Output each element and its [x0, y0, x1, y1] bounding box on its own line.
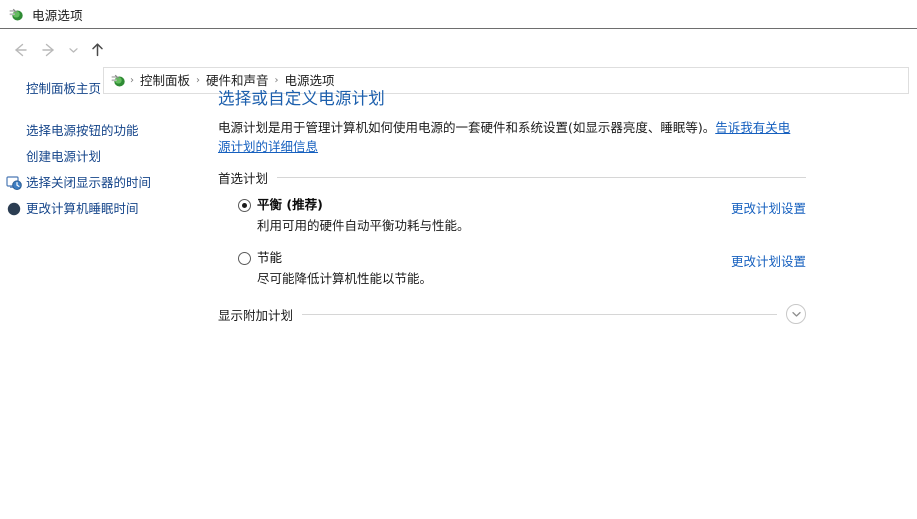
change-plan-settings-link-balanced[interactable]: 更改计划设置: [731, 198, 806, 217]
power-plan-balanced[interactable]: 平衡 (推荐): [218, 197, 806, 213]
change-plan-settings-link-power-saver[interactable]: 更改计划设置: [731, 251, 806, 270]
page-title: 选择或自定义电源计划: [218, 89, 385, 108]
plan-name-label: 平衡 (推荐): [257, 197, 323, 212]
page-description-text: 电源计划是用于管理计算机如何使用电源的一套硬件和系统设置(如显示器亮度、睡眠等)…: [218, 120, 716, 135]
show-additional-plans-row[interactable]: 显示附加计划: [218, 304, 806, 324]
page-description: 电源计划是用于管理计算机如何使用电源的一套硬件和系统设置(如显示器亮度、睡眠等)…: [218, 118, 796, 156]
plan-description: 尽可能降低计算机性能以节能。: [257, 271, 433, 286]
power-plan-row: 平衡 (推荐) 利用可用的硬件自动平衡功耗与性能。 更改计划设置: [218, 197, 806, 234]
main-content: 选择或自定义电源计划 电源计划是用于管理计算机如何使用电源的一套硬件和系统设置(…: [218, 88, 808, 324]
preferred-plans-group-header: 首选计划: [218, 168, 806, 187]
title-bar: 电源选项: [0, 0, 917, 29]
sidebar-item-change-sleep-time[interactable]: 更改计算机睡眠时间: [0, 200, 210, 219]
chevron-down-circle-icon[interactable]: [786, 304, 806, 324]
power-plan-power-saver[interactable]: 节能: [218, 250, 806, 266]
plan-name-label: 节能: [257, 250, 283, 265]
window-title: 电源选项: [32, 7, 83, 23]
sidebar: 控制面板主页 选择电源按钮的功能 创建电源计划 选择关闭显示器的时间 更改计算机…: [0, 80, 210, 219]
chevron-down-icon[interactable]: [64, 37, 82, 63]
sidebar-item-label: 选择关闭显示器的时间: [26, 175, 152, 190]
sidebar-item-label: 更改计算机睡眠时间: [26, 201, 139, 216]
divider: [302, 313, 777, 315]
sidebar-item-create-power-plan[interactable]: 创建电源计划: [0, 148, 210, 167]
radio-balanced[interactable]: [238, 199, 251, 212]
group-label: 首选计划: [218, 171, 269, 186]
sidebar-item-choose-power-button[interactable]: 选择电源按钮的功能: [0, 122, 210, 141]
sidebar-item-control-panel-home[interactable]: 控制面板主页: [0, 80, 210, 99]
plan-description: 利用可用的硬件自动平衡功耗与性能。: [257, 218, 470, 233]
divider: [277, 177, 806, 178]
sidebar-item-label: 创建电源计划: [26, 149, 102, 164]
forward-arrow-icon[interactable]: [36, 37, 62, 63]
sidebar-item-label: 控制面板主页: [26, 81, 102, 96]
show-additional-plans-label: 显示附加计划: [218, 307, 294, 323]
sidebar-item-label: 选择电源按钮的功能: [26, 123, 139, 138]
sidebar-item-turn-off-display[interactable]: 选择关闭显示器的时间: [0, 174, 210, 193]
radio-power-saver[interactable]: [238, 252, 251, 265]
back-arrow-icon[interactable]: [6, 37, 32, 63]
sleep-moon-icon: [6, 201, 22, 217]
up-arrow-icon[interactable]: [84, 37, 110, 63]
navigation-bar: › 控制面板 › 硬件和声音 › 电源选项: [0, 30, 917, 94]
power-plug-icon: [8, 6, 25, 23]
monitor-clock-icon: [6, 175, 22, 191]
power-plan-row: 节能 尽可能降低计算机性能以节能。 更改计划设置: [218, 250, 806, 287]
